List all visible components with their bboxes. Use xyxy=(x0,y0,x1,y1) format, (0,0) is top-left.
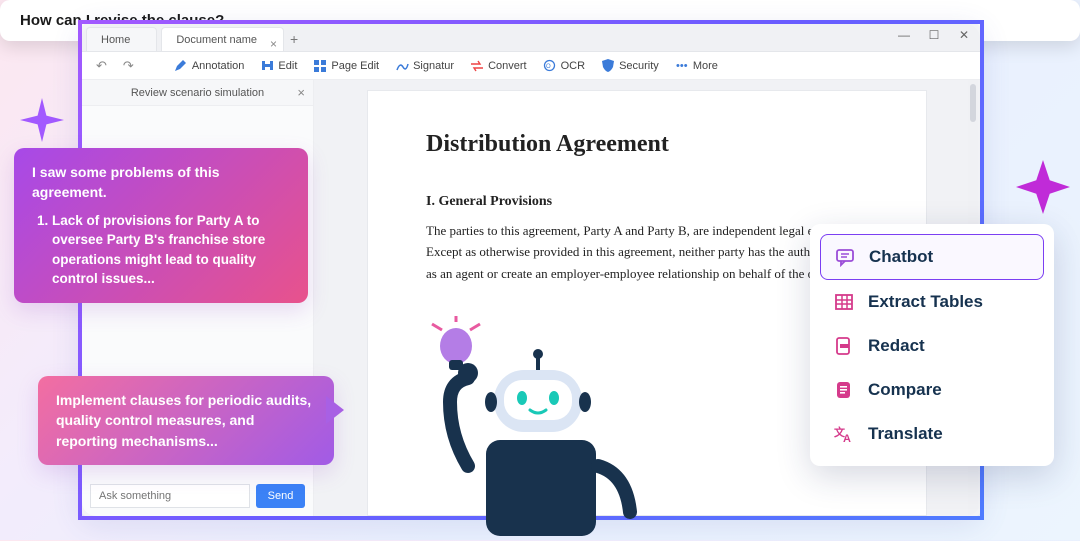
robot-illustration xyxy=(428,316,648,536)
toolbar-annotation[interactable]: Annotation xyxy=(174,59,245,73)
grid-icon xyxy=(313,59,327,73)
tab-bar: Home Document name × + — ☐ ✕ xyxy=(82,24,980,52)
compare-icon xyxy=(834,380,854,400)
toolbar-convert[interactable]: Convert xyxy=(470,59,527,73)
menu-redact[interactable]: Redact xyxy=(820,324,1044,368)
menu-label: Chatbot xyxy=(869,247,933,267)
close-icon[interactable]: × xyxy=(297,85,305,100)
menu-label: Redact xyxy=(868,336,925,356)
signature-icon xyxy=(395,59,409,73)
table-icon xyxy=(834,292,854,312)
convert-icon xyxy=(470,59,484,73)
toolbar-more[interactable]: ••• More xyxy=(675,59,718,73)
bubble-text: Implement clauses for periodic audits, q… xyxy=(56,392,311,449)
menu-compare[interactable]: Compare xyxy=(820,368,1044,412)
redact-icon xyxy=(834,336,854,356)
chat-icon xyxy=(835,247,855,267)
toolbar: ↶ ↷ Annotation Edit Page Edit Signatur C… xyxy=(82,52,980,80)
tab-home[interactable]: Home xyxy=(86,27,157,51)
sparkle-decoration xyxy=(1016,160,1070,214)
menu-label: Compare xyxy=(868,380,942,400)
undo-icon[interactable]: ↶ xyxy=(96,58,107,74)
bubble-text: I saw some problems of this agreement. xyxy=(32,162,290,203)
toolbar-page-edit[interactable]: Page Edit xyxy=(313,59,379,73)
toolbar-edit[interactable]: Edit xyxy=(260,59,297,73)
sparkle-decoration xyxy=(20,98,64,142)
edit-icon xyxy=(260,59,274,73)
panel-title: Review scenario simulation xyxy=(131,87,264,99)
ask-input[interactable] xyxy=(90,484,250,508)
menu-chatbot[interactable]: Chatbot xyxy=(820,234,1044,280)
toolbar-security[interactable]: Security xyxy=(601,59,659,73)
toolbar-ocr[interactable]: O OCR xyxy=(543,59,585,73)
ai-bubble-problems: I saw some problems of this agreement. L… xyxy=(14,148,308,303)
doc-section-heading: I. General Provisions xyxy=(426,194,868,210)
menu-translate[interactable]: 文A Translate xyxy=(820,412,1044,456)
shield-icon xyxy=(601,59,615,73)
tab-document[interactable]: Document name × xyxy=(161,27,284,51)
feature-menu: Chatbot Extract Tables Redact Compare 文A… xyxy=(810,224,1054,466)
close-icon[interactable]: × xyxy=(270,32,277,56)
bubble-list-item: Lack of provisions for Party A to overse… xyxy=(52,211,290,289)
tab-label: Document name xyxy=(176,34,257,46)
svg-text:A: A xyxy=(843,433,851,444)
ocr-icon: O xyxy=(543,59,557,73)
window-controls: — ☐ ✕ xyxy=(894,28,974,42)
panel-header: Review scenario simulation × xyxy=(82,80,313,106)
new-tab-button[interactable]: + xyxy=(284,27,304,51)
minimize-icon[interactable]: — xyxy=(894,28,914,42)
send-button[interactable]: Send xyxy=(256,484,305,508)
menu-label: Extract Tables xyxy=(868,292,983,312)
panel-input-row: Send xyxy=(82,476,313,516)
redo-icon[interactable]: ↷ xyxy=(123,58,134,74)
close-window-icon[interactable]: ✕ xyxy=(954,28,974,42)
maximize-icon[interactable]: ☐ xyxy=(924,28,944,42)
toolbar-signature[interactable]: Signatur xyxy=(395,59,454,73)
menu-extract-tables[interactable]: Extract Tables xyxy=(820,280,1044,324)
doc-title: Distribution Agreement xyxy=(426,131,868,158)
ai-bubble-answer: Implement clauses for periodic audits, q… xyxy=(38,376,334,465)
tab-label: Home xyxy=(101,34,130,46)
doc-body-text: The parties to this agreement, Party A a… xyxy=(426,220,868,284)
more-icon: ••• xyxy=(675,59,689,73)
menu-label: Translate xyxy=(868,424,943,444)
svg-text:O: O xyxy=(546,64,551,70)
pen-icon xyxy=(174,59,188,73)
bubble-tail xyxy=(326,396,344,424)
translate-icon: 文A xyxy=(834,424,854,444)
